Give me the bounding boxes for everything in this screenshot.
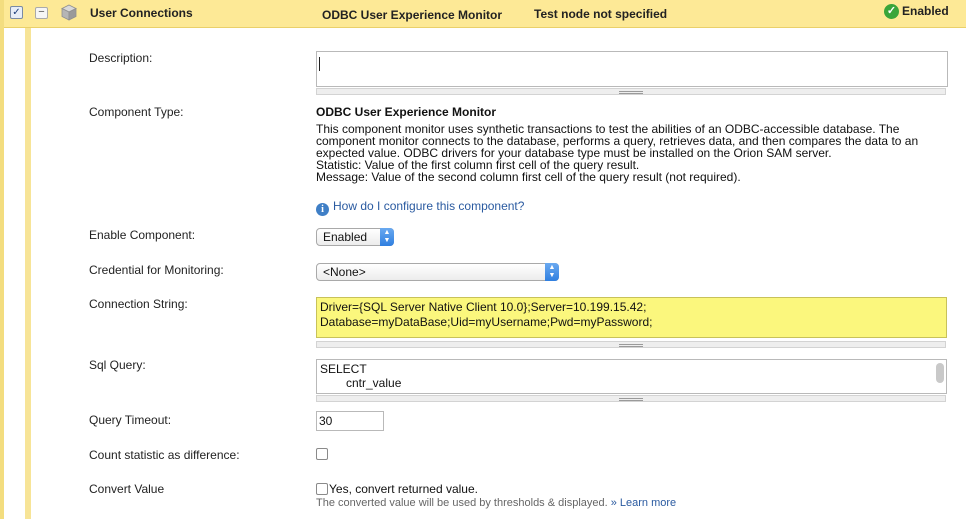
enable-component-select[interactable]: Enabled ▲ ▼ — [316, 228, 394, 246]
connection-string-textarea[interactable]: Driver={SQL Server Native Client 10.0};S… — [316, 297, 947, 338]
updown-arrow-icon: ▲ ▼ — [380, 228, 394, 246]
convert-value-label: Convert Value — [89, 482, 165, 496]
collapse-icon[interactable]: − — [35, 7, 48, 19]
text-cursor — [319, 57, 320, 71]
connection-string-line: Driver={SQL Server Native Client 10.0};S… — [320, 300, 647, 314]
learn-more-link[interactable]: » Learn more — [611, 497, 676, 509]
connection-string-label: Connection String: — [89, 297, 188, 311]
inner-gutter — [25, 27, 31, 519]
credential-select[interactable]: <None> ▲ ▼ — [316, 263, 559, 281]
description-textarea[interactable] — [316, 51, 948, 87]
component-type-title: ODBC User Experience Monitor — [316, 105, 497, 119]
component-type-description: This component monitor uses synthetic tr… — [316, 123, 946, 183]
description-resize-handle[interactable] — [316, 88, 946, 95]
enable-component-label: Enable Component: — [89, 228, 196, 242]
query-timeout-value: 30 — [319, 414, 333, 428]
description-line: Message: Value of the second column firs… — [316, 170, 741, 184]
component-name: User Connections — [90, 6, 193, 20]
sql-query-line: SELECT — [320, 362, 367, 376]
credential-value: <None> — [323, 265, 366, 279]
check-circle-icon: ✓ — [884, 4, 899, 20]
convert-value-checkbox-label[interactable]: Yes, convert returned value. — [329, 482, 478, 496]
component-type-label: Component Type: — [89, 105, 184, 119]
connection-string-resize-handle[interactable] — [316, 341, 946, 348]
status-label: Enabled — [902, 4, 949, 18]
credential-label: Credential for Monitoring: — [89, 263, 224, 277]
enabled-status: ✓ Enabled — [884, 4, 949, 20]
info-icon: i — [316, 203, 329, 216]
select-checkbox[interactable]: ✓ — [10, 6, 23, 19]
help-link-text[interactable]: How do I configure this component? — [333, 199, 524, 213]
updown-arrow-icon: ▲ ▼ — [545, 263, 559, 281]
left-gutter — [0, 0, 4, 519]
query-timeout-label: Query Timeout: — [89, 413, 172, 427]
count-difference-checkbox[interactable] — [316, 448, 328, 460]
description-label: Description: — [89, 51, 153, 65]
component-header: ✓ − User Connections ODBC User Experienc… — [4, 0, 966, 28]
query-timeout-input[interactable]: 30 — [316, 411, 384, 431]
connection-string-line: Database=myDataBase;Uid=myUsername;Pwd=m… — [320, 315, 653, 329]
cube-icon — [61, 4, 77, 24]
count-difference-label: Count statistic as difference: — [89, 448, 240, 462]
sql-query-resize-handle[interactable] — [316, 395, 946, 402]
sql-query-textarea[interactable]: SELECT cntr_value — [316, 359, 947, 394]
help-link[interactable]: i How do I configure this component? — [316, 199, 524, 216]
sql-query-label: Sql Query: — [89, 358, 146, 372]
enable-component-value: Enabled — [323, 230, 368, 244]
sql-query-line: cntr_value — [346, 376, 402, 390]
convert-value-note: The converted value will be used by thre… — [316, 497, 676, 509]
scrollbar[interactable] — [936, 363, 944, 383]
convert-value-checkbox[interactable] — [316, 483, 328, 495]
component-type-header: ODBC User Experience Monitor — [322, 8, 503, 22]
test-node-status: Test node not specified — [534, 7, 668, 21]
convert-value-note-text: The converted value will be used by thre… — [316, 497, 608, 509]
